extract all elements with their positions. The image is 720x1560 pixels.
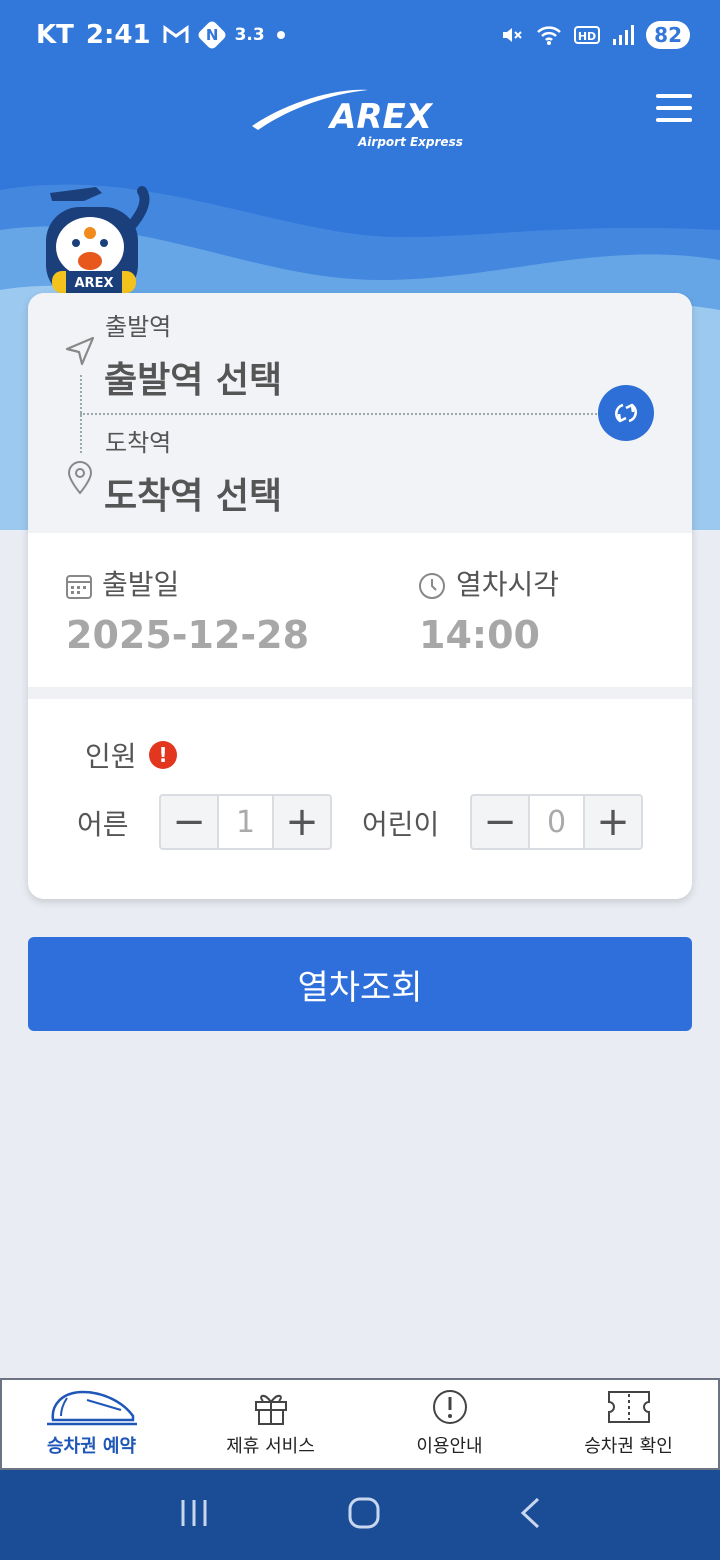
recent-apps-icon[interactable] xyxy=(178,1497,210,1533)
section-divider xyxy=(28,687,692,699)
arrival-label: 도착역 xyxy=(105,429,172,457)
arex-logo: AREX Airport Express xyxy=(252,89,463,149)
train-search-button[interactable]: 열차조회 xyxy=(28,937,692,1031)
adult-quantity-stepper: − 1 + xyxy=(159,794,332,850)
route-divider-horizontal xyxy=(80,413,600,415)
passenger-label: 인원 xyxy=(85,740,137,773)
info-icon xyxy=(432,1390,467,1424)
mute-icon xyxy=(500,23,524,47)
tab-ticket-check[interactable]: 승차권 확인 xyxy=(539,1380,718,1468)
naver-icon: N xyxy=(196,19,228,51)
back-icon[interactable] xyxy=(518,1496,542,1534)
departure-date-label: 출발일 xyxy=(102,568,180,601)
train-icon xyxy=(46,1390,137,1426)
speed-label: 3.3 xyxy=(234,25,265,45)
child-count: 0 xyxy=(528,796,585,848)
station-selector: 출발역 출발역 선택 도착역 도착역 선택 xyxy=(28,293,692,533)
child-minus-button[interactable]: − xyxy=(472,796,528,848)
departure-station-select[interactable]: 출발역 선택 xyxy=(104,351,282,403)
swap-icon xyxy=(614,403,638,423)
tab-partner-services[interactable]: 제휴 서비스 xyxy=(181,1380,360,1468)
clock-icon xyxy=(418,572,446,604)
gmail-icon xyxy=(163,25,189,45)
location-pin-icon xyxy=(66,461,94,499)
date-time-section: 출발일 2025-12-28 열차시각 14:00 xyxy=(28,533,692,687)
clock-time: 2:41 xyxy=(85,20,151,50)
train-time-label: 열차시각 xyxy=(456,568,560,601)
warning-icon[interactable]: ! xyxy=(149,741,177,769)
mascot-label: AREX xyxy=(75,276,114,291)
adult-count: 1 xyxy=(217,796,274,848)
tab-label: 이용안내 xyxy=(416,1436,483,1457)
home-icon[interactable] xyxy=(347,1496,381,1534)
carrier-label: KT xyxy=(36,20,74,50)
tab-label: 승차권 확인 xyxy=(584,1436,673,1457)
adult-label: 어른 xyxy=(77,808,129,841)
bottom-tab-bar: 승차권 예약 제휴 서비스 이용안내 승차권 확인 xyxy=(0,1378,720,1470)
adult-plus-button[interactable]: + xyxy=(274,796,330,848)
departure-navigation-icon xyxy=(64,335,96,371)
svg-text:HD: HD xyxy=(578,30,596,43)
departure-date-value[interactable]: 2025-12-28 xyxy=(66,613,309,657)
tab-ticket-reservation[interactable]: 승차권 예약 xyxy=(2,1380,181,1468)
swap-stations-button[interactable] xyxy=(598,385,654,441)
status-bar: KT 2:41 N 3.3 HD 82 xyxy=(0,0,720,70)
menu-button[interactable] xyxy=(656,94,692,122)
reservation-card: 출발역 출발역 선택 도착역 도착역 선택 출발일 2025-12-28 열차시… xyxy=(28,293,692,899)
logo-text: AREX xyxy=(327,97,434,137)
child-label: 어린이 xyxy=(362,808,440,841)
passenger-section: 인원 ! 어른 − 1 + 어린이 − 0 + xyxy=(28,699,692,899)
notification-dot-icon xyxy=(276,31,285,39)
calendar-icon xyxy=(66,573,92,603)
battery-level: 82 xyxy=(646,21,690,49)
ticket-icon xyxy=(607,1391,650,1423)
tab-usage-guide[interactable]: 이용안내 xyxy=(360,1380,539,1468)
logo-subtitle: Airport Express xyxy=(357,135,463,149)
tab-label: 제휴 서비스 xyxy=(226,1436,315,1457)
departure-label: 출발역 xyxy=(105,313,172,341)
system-navigation-bar xyxy=(0,1470,720,1560)
adult-minus-button[interactable]: − xyxy=(161,796,217,848)
hd-icon: HD xyxy=(574,25,601,45)
arrival-station-select[interactable]: 도착역 선택 xyxy=(104,467,282,519)
wifi-icon xyxy=(536,24,562,46)
signal-icon xyxy=(612,24,635,46)
gift-icon xyxy=(254,1394,287,1425)
train-time-value[interactable]: 14:00 xyxy=(419,613,540,657)
tab-label: 승차권 예약 xyxy=(46,1436,137,1457)
child-plus-button[interactable]: + xyxy=(585,796,641,848)
child-quantity-stepper: − 0 + xyxy=(470,794,643,850)
